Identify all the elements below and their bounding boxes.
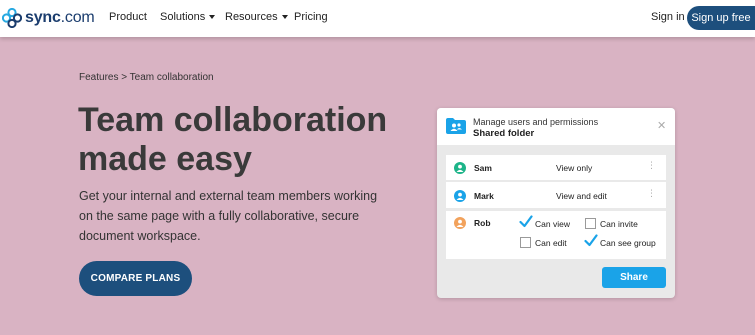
kebab-icon[interactable]: ⋮ [647,161,656,170]
folder-users-icon [445,117,467,140]
can-see-group-checkbox[interactable]: Can see group [584,234,656,248]
user-row-mark: Mark View and edit ⋮ [446,182,666,208]
can-view-checkbox[interactable]: Can view [519,215,570,229]
caret-down-icon [209,15,216,19]
checkbox[interactable] [520,237,531,248]
signin-label: Sign in [651,11,685,23]
nav-solutions-label: Solutions [160,11,206,23]
brand-suffix: .com [60,9,95,26]
option-label: Can view [535,218,570,229]
compare-plans-label: COMPARE PLANS [90,273,181,284]
can-invite-checkbox[interactable]: Can invite [585,218,638,229]
caret-down-icon [281,15,288,19]
title-line-1: Team collaboration [78,101,388,139]
user-name: Mark [474,191,494,201]
brand-wordmark: sync.com [25,9,95,27]
permissions-dialog: Manage users and permissions Shared fold… [437,108,675,298]
signin-link[interactable]: Sign in [651,11,685,23]
option-label: Can see group [600,237,656,248]
hero-description: Get your internal and external team memb… [79,189,378,243]
brand-name: sync [25,9,61,26]
user-name: Sam [474,163,492,173]
user-row-rob: Rob Can view Can invite Can edit Can see… [446,211,666,259]
signup-label: Sign up free [691,12,751,24]
checkbox[interactable] [584,234,598,248]
nav-resources-label: Resources [225,11,278,23]
share-label: Share [620,272,648,283]
nav-resources[interactable]: Resources [225,11,288,23]
user-icon [454,216,466,234]
share-button[interactable]: Share [602,267,666,288]
breadcrumb[interactable]: Features > Team collaboration [79,72,214,83]
dialog-title: Shared folder [473,128,535,139]
user-icon [454,161,466,179]
nav-solutions[interactable]: Solutions [160,11,216,23]
user-row-sam: Sam View only ⋮ [446,155,666,180]
user-name: Rob [474,218,491,228]
nav-pricing[interactable]: Pricing [294,11,328,23]
title-line-2: made easy [78,140,252,178]
user-icon [454,189,466,207]
nav-product-label: Product [109,11,147,23]
nav-pricing-label: Pricing [294,11,328,23]
option-label: Can invite [600,218,638,229]
kebab-icon[interactable]: ⋮ [647,189,656,198]
page-title: Team collaboration made easy [78,101,408,179]
sync-logo[interactable]: sync.com [2,8,95,28]
close-icon[interactable]: ✕ [657,121,666,132]
checkmark-icon [519,215,533,228]
can-edit-checkbox[interactable]: Can edit [520,237,567,248]
dialog-header: Manage users and permissions Shared fold… [437,108,675,145]
sync-logo-icon [2,8,22,28]
user-permission: View only [556,163,593,173]
dialog-subtitle: Manage users and permissions [473,117,599,127]
top-nav: sync.com Product Solutions Resources Pri… [0,0,755,37]
checkbox[interactable] [519,215,533,229]
user-permission: View and edit [556,191,607,201]
signup-button[interactable]: Sign up free [687,6,755,30]
nav-product[interactable]: Product [109,11,147,23]
compare-plans-button[interactable]: COMPARE PLANS [79,261,192,296]
checkmark-icon [584,234,598,247]
checkbox[interactable] [585,218,596,229]
option-label: Can edit [535,237,567,248]
